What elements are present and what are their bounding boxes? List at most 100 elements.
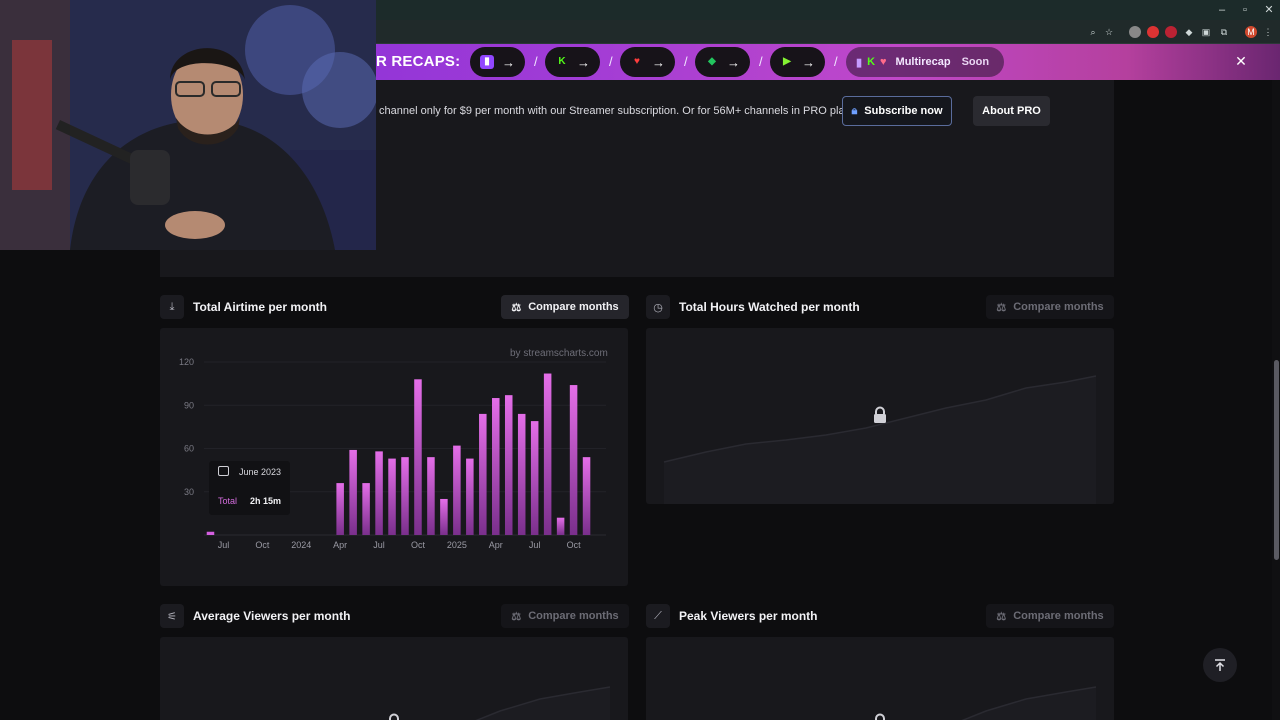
bar-2025-07[interactable] xyxy=(530,421,539,535)
promo-text: channel only for $9 per month with our S… xyxy=(379,105,854,117)
x-tick-label: Jul xyxy=(218,540,230,550)
zoom-icon[interactable]: ⌕ xyxy=(1087,26,1099,38)
webcam-overlay xyxy=(0,0,376,250)
extension-icon[interactable]: ▣ xyxy=(1200,26,1212,38)
subscribe-button[interactable]: 🔒︎ Subscribe now xyxy=(842,96,952,126)
recap-pill-rumble[interactable]: ◆ → xyxy=(695,47,750,77)
kick-icon: K xyxy=(558,56,566,67)
bar-2024-11[interactable] xyxy=(427,457,435,535)
lock-icon xyxy=(875,713,885,720)
bar-2025-02[interactable] xyxy=(466,458,474,535)
separator: / xyxy=(834,54,838,69)
download-icon: ⤓ xyxy=(160,295,184,319)
bar-2025-10[interactable] xyxy=(569,385,578,535)
bar-2025-11[interactable] xyxy=(582,457,591,535)
extension-icon[interactable] xyxy=(1165,26,1177,38)
arrow-right-icon: → xyxy=(577,54,590,70)
multirecap-label: Multirecap xyxy=(895,56,951,68)
extension-icon[interactable] xyxy=(1129,26,1141,38)
scroll-to-top-button[interactable] xyxy=(1203,648,1237,682)
arrow-right-icon: → xyxy=(802,54,815,70)
trend-icon: ⟋ xyxy=(646,604,670,628)
avg-viewers-chart-panel xyxy=(160,637,628,720)
compare-months-button[interactable]: ⚖ Compare months xyxy=(986,295,1114,319)
y-tick-label: 60 xyxy=(184,444,194,454)
compare-months-button[interactable]: ⚖ Compare months xyxy=(501,295,629,319)
menu-icon[interactable]: ⋮ xyxy=(1262,26,1274,38)
recap-pill-youtube[interactable]: ♥ → xyxy=(620,47,675,77)
bar-2025-06[interactable] xyxy=(517,413,526,535)
lock-icon xyxy=(874,406,886,423)
compare-label: Compare months xyxy=(1013,610,1104,622)
x-tick-label: Apr xyxy=(489,540,503,550)
scale-icon: ⚖ xyxy=(996,610,1007,623)
bar-2025-05[interactable] xyxy=(504,395,513,535)
soon-label: Soon xyxy=(961,56,990,68)
avg-viewers-title: Average Viewers per month xyxy=(193,609,351,623)
bar-2024-06[interactable] xyxy=(362,483,370,535)
bar-2025-09[interactable] xyxy=(556,517,565,535)
y-tick-label: 30 xyxy=(184,487,194,497)
lock-icon xyxy=(389,713,399,720)
bar-2024-04[interactable] xyxy=(336,483,344,535)
y-tick-label: 90 xyxy=(184,400,194,410)
recap-pill-play[interactable]: ▶ → xyxy=(770,47,825,77)
diamond-icon[interactable]: ◆ xyxy=(1183,26,1195,38)
bar-2025-03[interactable] xyxy=(479,413,487,535)
bar-2023-06[interactable] xyxy=(206,531,215,535)
x-tick-label: 2025 xyxy=(447,540,467,550)
kick-icon: K xyxy=(867,56,876,68)
compare-months-button[interactable]: ⚖ Compare months xyxy=(986,604,1114,628)
arrow-right-icon: → xyxy=(652,54,665,70)
x-tick-label: Oct xyxy=(567,540,582,550)
compare-label: Compare months xyxy=(528,610,619,622)
bar-2025-08[interactable] xyxy=(543,373,552,535)
scale-icon: ⚖ xyxy=(511,610,522,623)
compare-months-button[interactable]: ⚖ Compare months xyxy=(501,604,629,628)
scrollbar-thumb[interactable] xyxy=(1274,360,1279,560)
arrow-right-icon: → xyxy=(727,54,740,70)
twitch-icon: ▮ xyxy=(856,56,863,69)
heart-icon: ♥ xyxy=(880,56,887,68)
puzzle-icon[interactable]: ⧉ xyxy=(1218,26,1230,38)
tooltip-total-value: 2h 15m xyxy=(250,496,282,506)
bar-2025-04[interactable] xyxy=(492,398,500,535)
twitch-icon: ▮ xyxy=(480,55,494,69)
scale-icon: ⚖ xyxy=(511,301,522,314)
bar-2024-12[interactable] xyxy=(440,498,448,535)
bar-2024-09[interactable] xyxy=(401,457,409,535)
close-window-icon[interactable]: ✕ xyxy=(1261,3,1277,17)
hours-title: Total Hours Watched per month xyxy=(679,300,860,314)
x-tick-label: Oct xyxy=(255,540,270,550)
recap-pill-kick[interactable]: K → xyxy=(545,47,600,77)
calendar-icon xyxy=(218,466,229,476)
bar-2025-01[interactable] xyxy=(453,445,461,535)
minimize-icon[interactable]: – xyxy=(1214,3,1230,17)
extension-icon[interactable] xyxy=(1147,26,1159,38)
play-icon: ▶ xyxy=(783,56,791,67)
recap-pill-twitch[interactable]: ▮ → xyxy=(470,47,525,77)
arrow-right-icon: → xyxy=(502,54,515,70)
youtube-heart-icon: ♥ xyxy=(634,56,640,67)
tooltip-total-label: Total xyxy=(218,496,238,506)
profile-avatar[interactable]: M xyxy=(1245,26,1257,38)
bar-2024-10[interactable] xyxy=(414,379,422,535)
compare-label: Compare months xyxy=(528,301,619,313)
separator: / xyxy=(609,54,613,69)
about-pro-button[interactable]: About PRO xyxy=(973,96,1050,126)
restore-icon[interactable]: ▫ xyxy=(1237,3,1253,17)
bar-2024-08[interactable] xyxy=(388,458,396,535)
close-icon[interactable]: ✕ xyxy=(1233,53,1249,70)
arrow-up-icon xyxy=(1215,659,1225,671)
bar-2024-07[interactable] xyxy=(375,451,383,535)
star-icon[interactable]: ☆ xyxy=(1103,26,1115,38)
recap-title: R RECAPS: xyxy=(376,53,461,70)
bar-2024-05[interactable] xyxy=(349,449,357,535)
lock-icon: 🔒︎ xyxy=(851,104,858,117)
multirecap-pill[interactable]: ▮ K ♥ Multirecap Soon xyxy=(846,47,1004,77)
x-tick-label: Oct xyxy=(411,540,426,550)
rumble-icon: ◆ xyxy=(708,56,716,67)
tooltip-date: June 2023 xyxy=(239,467,282,477)
separator: / xyxy=(534,54,538,69)
separator: / xyxy=(759,54,763,69)
